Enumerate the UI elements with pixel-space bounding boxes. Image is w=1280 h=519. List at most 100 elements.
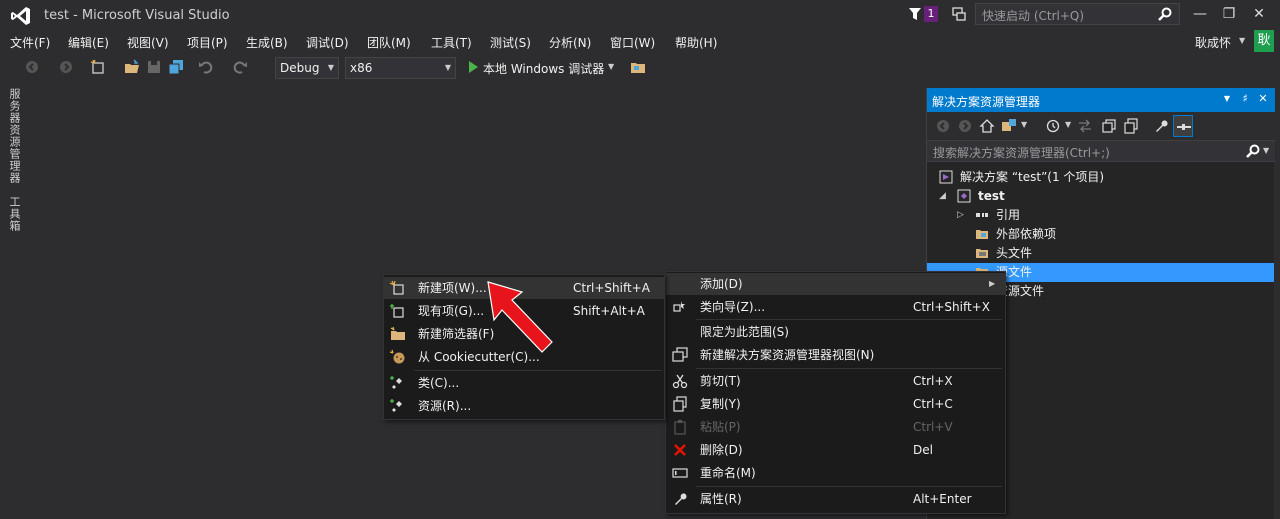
menu-item-copy[interactable]: 复制(Y) Ctrl+C: [666, 393, 1005, 415]
menu-team[interactable]: 团队(M): [367, 34, 411, 51]
solution-explorer-title: 解决方案资源管理器: [932, 95, 1041, 109]
menu-item-add[interactable]: 添加(D) ▶: [666, 273, 1005, 295]
avatar[interactable]: 耿: [1254, 30, 1274, 52]
menu-tools[interactable]: 工具(T): [431, 34, 472, 51]
menu-item-scope-to-this[interactable]: 限定为此范围(S): [666, 321, 1005, 343]
menu-window[interactable]: 窗口(W): [610, 34, 655, 51]
menu-item-properties[interactable]: 属性(R) Alt+Enter: [666, 488, 1005, 510]
user-name[interactable]: 耿成怀: [1195, 34, 1231, 51]
start-debugging-button[interactable]: 本地 Windows 调试器: [483, 60, 604, 77]
open-file-icon[interactable]: [124, 59, 140, 75]
menu-item-rename[interactable]: 重命名(M): [666, 462, 1005, 484]
find-in-files-icon[interactable]: [630, 59, 646, 75]
chevron-down-icon[interactable]: ▼: [1065, 120, 1071, 129]
save-all-icon[interactable]: [168, 59, 184, 75]
collapsed-arrow-icon[interactable]: ▷: [957, 206, 964, 225]
close-icon[interactable]: ✕: [1255, 91, 1271, 107]
menu-item-label: 新建项(W)...: [418, 281, 487, 295]
menu-item-class-wizard[interactable]: 类向导(Z)... Ctrl+Shift+X: [666, 296, 1005, 318]
window-title: test - Microsoft Visual Studio: [44, 8, 230, 23]
expanded-arrow-icon[interactable]: ◢: [939, 187, 946, 206]
solution-config-value: Debug: [280, 61, 320, 75]
menu-item-shortcut: Ctrl+X: [913, 374, 953, 388]
visual-studio-logo-icon: [11, 7, 30, 25]
undo-icon[interactable]: [198, 59, 214, 75]
menu-item-label: 类(C)...: [418, 376, 460, 390]
menu-item-label: 复制(Y): [700, 397, 741, 411]
menu-test[interactable]: 测试(S): [490, 34, 531, 51]
search-icon[interactable]: [1157, 6, 1173, 22]
existing-item-icon: [390, 304, 404, 318]
chevron-down-icon[interactable]: ▼: [1263, 146, 1269, 155]
back-icon[interactable]: [935, 118, 951, 134]
new-view-icon: [672, 347, 688, 362]
menu-item-label: 粘贴(P): [700, 420, 741, 434]
menu-item-class[interactable]: 类(C)...: [384, 372, 664, 394]
menu-edit[interactable]: 编辑(E): [68, 34, 109, 51]
menu-item-resource[interactable]: 资源(R)...: [384, 395, 664, 417]
solution-search-placeholder: 搜索解决方案资源管理器(Ctrl+;): [933, 146, 1110, 160]
navigate-back-icon[interactable]: [24, 59, 40, 75]
forward-icon[interactable]: [957, 118, 973, 134]
menu-separator: [414, 370, 662, 371]
menu-item-label: 限定为此范围(S): [700, 325, 789, 339]
platform-dropdown[interactable]: x86 ▼: [345, 57, 456, 79]
quick-launch-input[interactable]: 快速启动 (Ctrl+Q): [975, 3, 1180, 25]
tab-server-explorer[interactable]: 服务器资源管理器: [8, 88, 22, 184]
solution-explorer-toolbar: ▼ ▼: [927, 112, 1275, 140]
menu-item-new-explorer-view[interactable]: 新建解决方案资源管理器视图(N): [666, 344, 1005, 366]
chevron-down-icon[interactable]: ▼: [1021, 120, 1027, 129]
properties-wrench-icon[interactable]: [1153, 118, 1169, 134]
tree-item-solution[interactable]: 解决方案 “test”(1 个项目): [927, 168, 1274, 187]
menu-view[interactable]: 视图(V): [127, 34, 169, 51]
menu-item-delete[interactable]: 删除(D) Del: [666, 439, 1005, 461]
preview-selected-button[interactable]: [1173, 115, 1193, 137]
menu-item-paste[interactable]: 粘贴(P) Ctrl+V: [666, 416, 1005, 438]
menu-item-shortcut: Ctrl+Shift+A: [573, 281, 650, 295]
navigate-forward-icon[interactable]: [58, 59, 74, 75]
sync-icon[interactable]: [1077, 118, 1093, 134]
solution-search-input[interactable]: 搜索解决方案资源管理器(Ctrl+;) ▼: [927, 140, 1275, 162]
menu-build[interactable]: 生成(B): [246, 34, 288, 51]
menu-debug[interactable]: 调试(D): [306, 34, 349, 51]
red-arrow-annotation: [487, 281, 553, 353]
feedback-icon[interactable]: [951, 6, 967, 22]
tree-item-header-files[interactable]: 头文件: [927, 244, 1274, 263]
menu-help[interactable]: 帮助(H): [675, 34, 717, 51]
notification-count-badge[interactable]: 1: [924, 6, 938, 22]
notification-flag-icon[interactable]: [908, 6, 922, 22]
new-project-icon[interactable]: [90, 59, 106, 75]
save-icon[interactable]: [146, 59, 162, 75]
collapse-all-icon[interactable]: [1101, 118, 1117, 134]
tree-item-external-deps[interactable]: 外部依赖项: [927, 225, 1274, 244]
resource-icon: [390, 399, 402, 412]
close-icon[interactable]: ✕: [1244, 4, 1274, 24]
chevron-down-icon[interactable]: ▼: [1219, 91, 1235, 107]
play-icon[interactable]: [465, 59, 481, 75]
menu-item-shortcut: Alt+Enter: [913, 492, 972, 506]
menu-item-label: 剪切(T): [700, 374, 741, 388]
paste-icon: [674, 420, 686, 435]
search-icon[interactable]: [1245, 143, 1261, 159]
show-all-files-icon[interactable]: [1123, 118, 1139, 134]
menu-file[interactable]: 文件(F): [10, 34, 50, 51]
minimize-icon[interactable]: —: [1185, 4, 1215, 24]
restore-icon[interactable]: ❐: [1214, 4, 1244, 24]
tree-item-project[interactable]: ◢ test: [927, 187, 1274, 206]
chevron-down-icon[interactable]: ▼: [608, 62, 614, 71]
solution-config-dropdown[interactable]: Debug ▼: [275, 57, 339, 79]
redo-icon[interactable]: [232, 59, 248, 75]
menu-item-label: 类向导(Z)...: [700, 300, 766, 314]
pending-changes-icon[interactable]: [1045, 118, 1061, 134]
class-icon: [390, 376, 402, 389]
tree-item-references[interactable]: ▷ 引用: [927, 206, 1274, 225]
chevron-down-icon[interactable]: ▼: [1239, 36, 1245, 45]
switch-views-icon[interactable]: [1001, 118, 1017, 134]
menu-analyze[interactable]: 分析(N): [549, 34, 591, 51]
menu-item-cut[interactable]: 剪切(T) Ctrl+X: [666, 370, 1005, 392]
pin-icon[interactable]: ♯: [1237, 91, 1253, 107]
menu-project[interactable]: 项目(P): [187, 34, 228, 51]
menu-item-label: 资源(R)...: [418, 399, 472, 413]
tab-toolbox[interactable]: 工具箱: [8, 196, 22, 232]
home-icon[interactable]: [979, 118, 995, 134]
